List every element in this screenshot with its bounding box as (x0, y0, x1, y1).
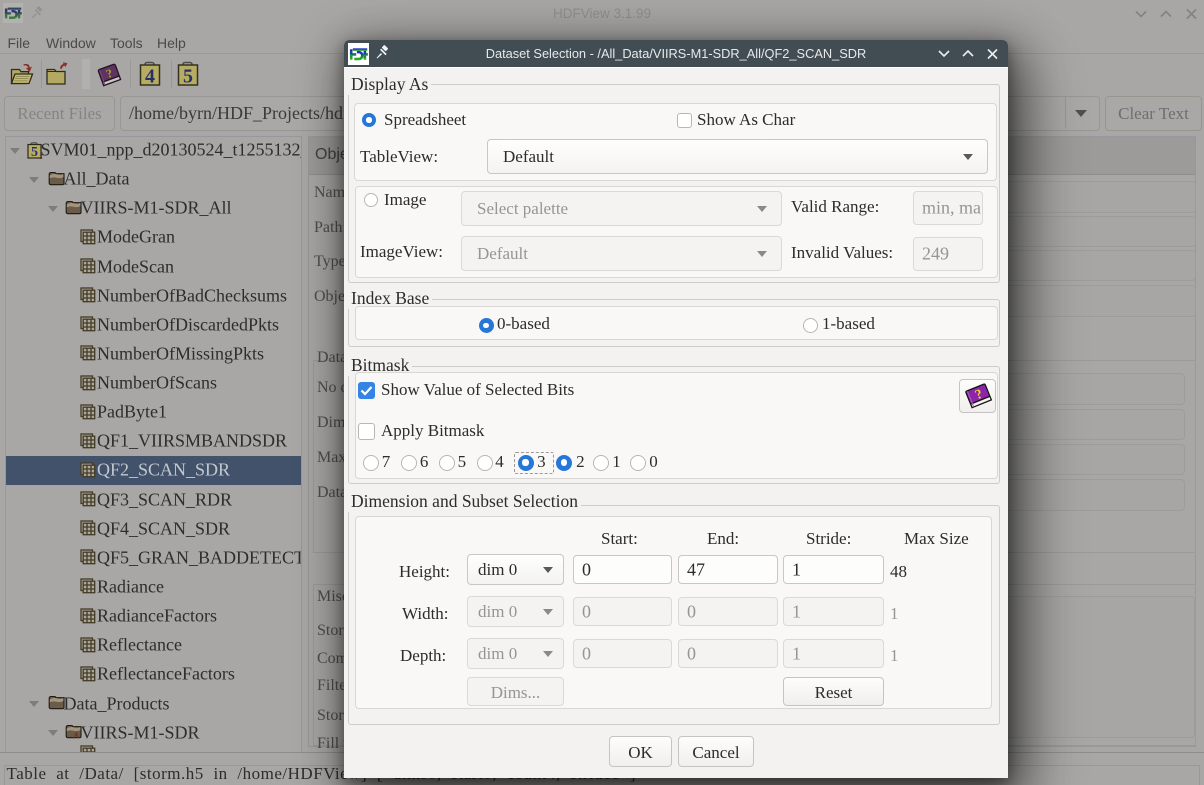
svg-text:5: 5 (183, 66, 193, 88)
svg-text:5: 5 (31, 145, 38, 159)
svg-text:4: 4 (145, 66, 155, 88)
